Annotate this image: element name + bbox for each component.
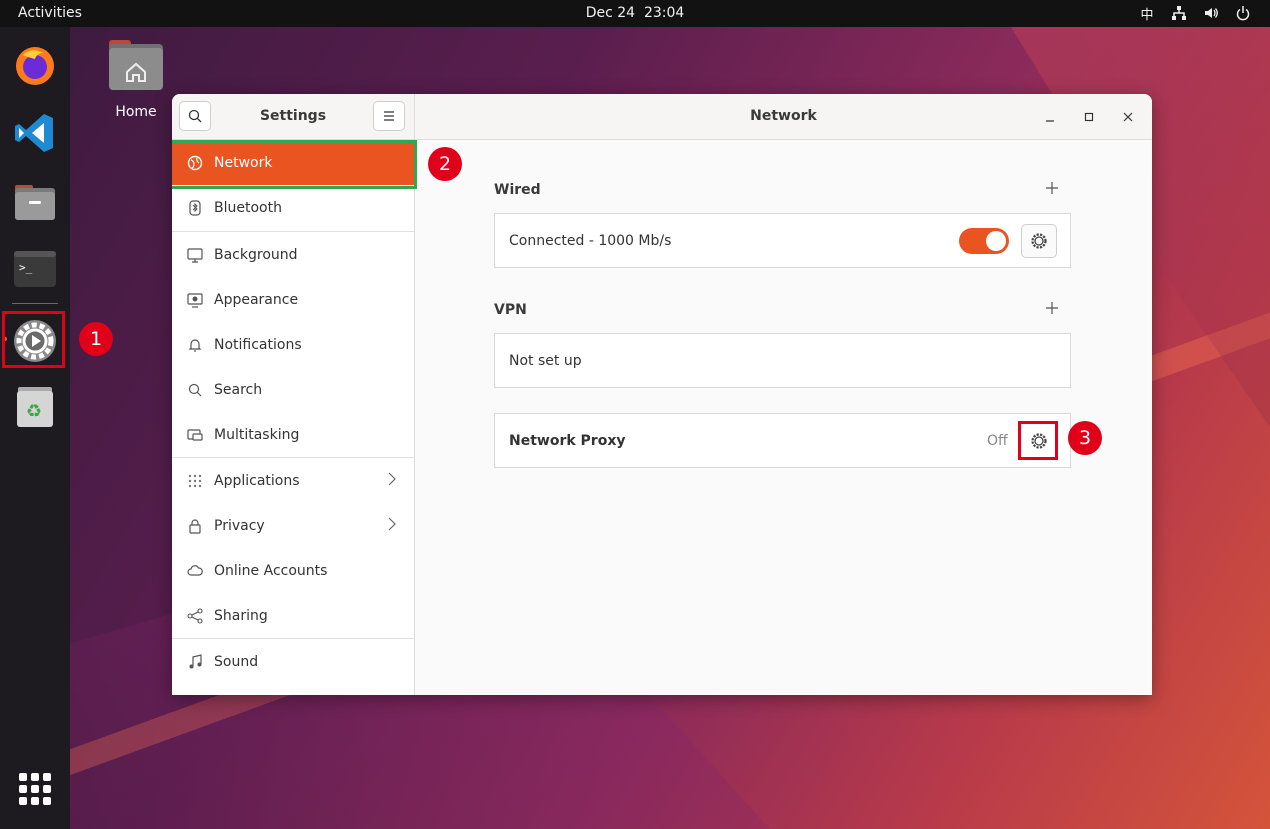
settings-sidebar: Settings Network Bluetooth Background Ap… [172, 94, 417, 695]
sidebar-item-label: Search [214, 381, 263, 398]
sidebar-item-label: Sound [214, 653, 259, 670]
sidebar-item-notifications[interactable]: Notifications [172, 322, 414, 367]
desktop-home-folder[interactable]: Home [105, 38, 167, 120]
network-proxy-status: Off [987, 433, 1008, 449]
share-icon [186, 607, 204, 625]
appearance-icon [186, 291, 204, 309]
header-bar: Network [415, 94, 1152, 140]
wired-settings-button[interactable] [1021, 224, 1057, 258]
search-icon [186, 381, 204, 399]
sidebar-item-search[interactable]: Search [172, 367, 414, 412]
maximize-button[interactable] [1079, 107, 1099, 127]
close-button[interactable] [1118, 107, 1138, 127]
show-apps-grid-icon[interactable] [11, 765, 59, 813]
firefox-icon[interactable] [11, 41, 59, 89]
wired-status: Connected - 1000 Mb/s [509, 233, 672, 249]
wired-toggle[interactable] [959, 228, 1009, 254]
minimize-icon [1046, 120, 1054, 122]
sidebar-item-label: Notifications [214, 336, 302, 353]
sidebar-item-background[interactable]: Background [172, 232, 414, 277]
annotation-badge-3: 3 [1068, 421, 1102, 455]
annotation-box-1 [2, 311, 65, 368]
annotation-badge-2: 2 [428, 147, 462, 181]
top-bar: Activities Dec 24 23:04 中 [0, 0, 1270, 27]
sidebar-item-label: Applications [214, 472, 300, 489]
network-proxy-label: Network Proxy [509, 433, 626, 449]
sidebar-item-label: Appearance [214, 291, 299, 308]
clock[interactable]: Dec 24 23:04 [0, 5, 1270, 21]
dock: >_ ♻ [0, 27, 70, 829]
power-icon[interactable] [1234, 4, 1252, 22]
cloud-icon [186, 562, 204, 580]
wired-section-label: Wired [494, 182, 541, 198]
sidebar-item-label: Bluetooth [214, 199, 282, 216]
sidebar-item-label: Online Accounts [214, 562, 328, 579]
dock-separator [12, 303, 58, 304]
bluetooth-icon [186, 199, 204, 217]
maximize-icon [1084, 112, 1094, 122]
sidebar-item-appearance[interactable]: Appearance [172, 277, 414, 322]
chevron-right-icon [388, 472, 396, 490]
apps-icon [186, 472, 204, 490]
network-proxy-row[interactable]: Network Proxy Off [494, 413, 1071, 468]
volume-icon[interactable] [1202, 4, 1220, 22]
svg-text:♻: ♻ [26, 401, 42, 422]
network-panel: Network Wired Connected - 1000 Mb/s VPN [415, 94, 1152, 695]
chevron-right-icon [388, 517, 396, 535]
music-note-icon [186, 653, 204, 671]
input-method-indicator[interactable]: 中 [1138, 4, 1156, 23]
plus-icon [1046, 302, 1058, 314]
clock-time: 23:04 [643, 5, 685, 21]
plus-icon [1046, 182, 1058, 194]
network-icon[interactable] [1170, 4, 1188, 22]
sidebar-item-label: Background [214, 246, 298, 263]
close-icon [1123, 112, 1133, 122]
sidebar-item-privacy[interactable]: Privacy [172, 503, 414, 548]
annotation-badge-1: 1 [79, 322, 113, 356]
sidebar-item-sharing[interactable]: Sharing [172, 593, 414, 638]
add-vpn-button[interactable] [1046, 298, 1058, 319]
menu-button[interactable] [373, 101, 405, 131]
desktop-home-label: Home [115, 104, 157, 120]
sidebar-item-label: Sharing [214, 607, 268, 624]
annotation-box-2 [172, 140, 417, 189]
sidebar-item-multitasking[interactable]: Multitasking [172, 412, 414, 457]
sidebar-item-applications[interactable]: Applications [172, 458, 414, 503]
minimize-button[interactable] [1040, 107, 1060, 127]
clock-date: Dec 24 [585, 5, 636, 21]
files-icon[interactable] [11, 177, 59, 225]
toggle-knob [986, 231, 1006, 251]
gear-icon [1031, 233, 1047, 249]
sidebar-item-online-accounts[interactable]: Online Accounts [172, 548, 414, 593]
settings-window: Settings Network Bluetooth Background Ap… [172, 94, 1152, 695]
trash-icon[interactable]: ♻ [11, 383, 59, 431]
sidebar-header: Settings [172, 94, 414, 140]
add-wired-button[interactable] [1046, 178, 1058, 199]
background-icon [186, 246, 204, 264]
home-folder-icon [109, 40, 163, 90]
sidebar-item-label: Privacy [214, 517, 265, 534]
multitasking-icon [186, 426, 204, 444]
bell-icon [186, 336, 204, 354]
sidebar-item-sound[interactable]: Sound [172, 639, 414, 684]
sidebar-item-bluetooth[interactable]: Bluetooth [172, 185, 414, 230]
terminal-icon[interactable]: >_ [11, 245, 59, 293]
sidebar-item-label: Multitasking [214, 426, 300, 443]
annotation-box-3 [1018, 421, 1058, 460]
vpn-section-label: VPN [494, 302, 527, 318]
system-tray[interactable]: 中 [1138, 4, 1252, 23]
vpn-status: Not set up [509, 353, 582, 369]
svg-text:>_: >_ [19, 261, 33, 274]
vpn-row: Not set up [494, 333, 1071, 388]
hamburger-menu-icon [384, 111, 394, 121]
wired-connection-row: Connected - 1000 Mb/s [494, 213, 1071, 268]
vscode-icon[interactable] [11, 109, 59, 157]
lock-icon [186, 517, 204, 535]
